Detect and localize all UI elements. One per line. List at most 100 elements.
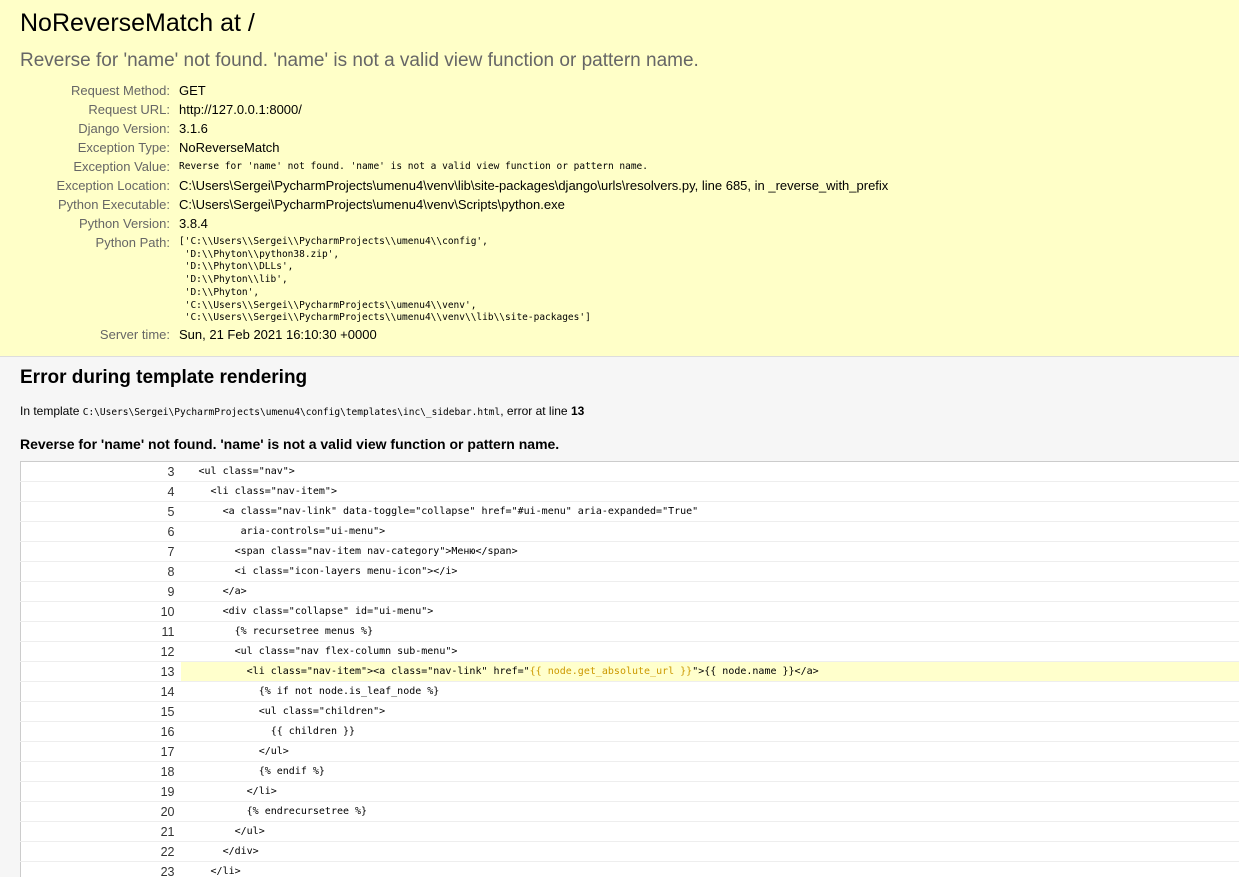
meta-value: http://127.0.0.1:8000/ [179, 102, 302, 117]
source-line: 20 {% endrecursetree %} [20, 801, 1239, 822]
meta-row-server-time: Server time: Sun, 21 Feb 2021 16:10:30 +… [20, 325, 888, 344]
line-number: 16 [20, 721, 181, 742]
line-number: 9 [20, 581, 181, 602]
source-line: 10 <div class="collapse" id="ui-menu"> [20, 601, 1239, 622]
source-line: 16 {{ children }} [20, 721, 1239, 742]
source-line: 5 <a class="nav-link" data-toggle="colla… [20, 501, 1239, 522]
line-number: 12 [20, 641, 181, 662]
line-code: {{ children }} [180, 721, 1239, 742]
error-line-number: 13 [570, 404, 585, 418]
source-line: 23 </li> [20, 861, 1239, 877]
source-line: 14 {% if not node.is_leaf_node %} [20, 681, 1239, 702]
source-line: 18 {% endif %} [20, 761, 1239, 782]
line-number: 17 [20, 741, 181, 762]
meta-label: Django Version: [78, 121, 170, 136]
line-code: </li> [180, 861, 1239, 877]
source-line: 6 aria-controls="ui-menu"> [20, 521, 1239, 542]
line-code: aria-controls="ui-menu"> [180, 521, 1239, 542]
python-path-value: ['C:\\Users\\Sergei\\PycharmProjects\\um… [179, 236, 591, 324]
template-error-section: Error during template rendering In templ… [0, 357, 1239, 877]
meta-value: Reverse for 'name' not found. 'name' is … [179, 161, 648, 172]
line-code: {% recursetree menus %} [180, 621, 1239, 642]
meta-value: NoReverseMatch [179, 140, 280, 155]
line-number: 6 [20, 521, 181, 542]
meta-label: Python Path: [95, 235, 170, 250]
line-number: 4 [20, 481, 181, 502]
line-code: <li class="nav-item"> [180, 481, 1239, 502]
meta-value: C:\Users\Sergei\PycharmProjects\umenu4\v… [179, 178, 889, 193]
source-line: 21 </ul> [20, 821, 1239, 842]
meta-value: 3.8.4 [179, 216, 208, 231]
line-code: </li> [180, 781, 1239, 802]
line-code: {% endrecursetree %} [180, 801, 1239, 822]
meta-row-python-version: Python Version: 3.8.4 [20, 214, 888, 233]
line-code: {% endif %} [180, 761, 1239, 782]
source-line: 15 <ul class="children"> [20, 701, 1239, 722]
summary-panel: NoReverseMatch at / Reverse for 'name' n… [0, 0, 1239, 357]
line-number: 13 [20, 661, 181, 682]
template-error-message: Reverse for 'name' not found. 'name' is … [20, 436, 560, 452]
line-number: 22 [20, 841, 181, 862]
meta-row-python-executable: Python Executable: C:\Users\Sergei\Pycha… [20, 195, 888, 214]
line-code: </ul> [180, 821, 1239, 842]
meta-row-python-path: Python Path: ['C:\\Users\\Sergei\\Pychar… [20, 233, 888, 325]
meta-value: C:\Users\Sergei\PycharmProjects\umenu4\v… [179, 197, 565, 212]
line-number: 5 [20, 501, 181, 522]
source-line: 4 <li class="nav-item"> [20, 481, 1239, 502]
meta-label: Exception Location: [56, 178, 170, 193]
line-number: 7 [20, 541, 181, 562]
in-template-prefix: In template [20, 404, 80, 418]
meta-label: Python Executable: [57, 197, 170, 212]
meta-row-exception-location: Exception Location: C:\Users\Sergei\Pych… [20, 176, 889, 195]
meta-row-request-method: Request Method: GET [20, 81, 888, 100]
meta-label: Exception Type: [77, 140, 170, 155]
line-number: 11 [20, 621, 181, 642]
source-line: 7 <span class="nav-item nav-category">Ме… [20, 541, 1239, 562]
source-line: 3 <ul class="nav"> [20, 461, 1239, 482]
line-code: <div class="collapse" id="ui-menu"> [180, 601, 1239, 622]
line-number: 10 [20, 601, 181, 622]
code-before: <li class="nav-item"><a class="nav-link"… [198, 666, 530, 677]
meta-label: Server time: [99, 326, 170, 342]
meta-row-django-version: Django Version: 3.1.6 [20, 119, 888, 138]
meta-value: Sun, 21 Feb 2021 16:10:30 +0000 [179, 326, 377, 342]
line-code: {% if not node.is_leaf_node %} [180, 681, 1239, 702]
template-location: In template C:\Users\Sergei\PycharmProje… [20, 404, 1219, 420]
source-line: 9 </a> [20, 581, 1239, 602]
meta-label: Exception Value: [73, 159, 170, 174]
line-code: </ul> [180, 741, 1239, 762]
line-code: <li class="nav-item"><a class="nav-link"… [180, 661, 1239, 682]
source-line: 12 <ul class="nav flex-column sub-menu"> [20, 641, 1239, 662]
source-line: 8 <i class="icon-layers menu-icon"></i> [20, 561, 1239, 582]
code-after: ">{{ node.name }}</a> [692, 666, 819, 677]
line-number: 15 [20, 701, 181, 722]
line-code: <ul class="children"> [180, 701, 1239, 722]
source-line: 11 {% recursetree menus %} [20, 621, 1239, 642]
meta-row-exception-value: Exception Value: Reverse for 'name' not … [20, 157, 888, 176]
template-source-table: 3 <ul class="nav"> 4 <li class="nav-item">… [20, 461, 1239, 877]
meta-row-request-url: Request URL: http://127.0.0.1:8000/ [20, 100, 888, 119]
line-code: <ul class="nav flex-column sub-menu"> [180, 641, 1239, 662]
line-code: <a class="nav-link" data-toggle="collaps… [180, 501, 1239, 522]
python-path-cell: ['C:\\Users\\Sergei\\PycharmProjects\\um… [179, 233, 888, 325]
line-number: 21 [20, 821, 181, 842]
source-line: 17 </ul> [20, 741, 1239, 762]
line-code: </a> [180, 581, 1239, 602]
line-code: <ul class="nav"> [180, 461, 1239, 482]
source-line-error: 13 <li class="nav-item"><a class="nav-li… [20, 661, 1239, 682]
meta-label: Python Version: [78, 216, 170, 231]
exception-subtitle: Reverse for 'name' not found. 'name' is … [20, 50, 699, 71]
line-code: <span class="nav-item nav-category">Меню… [180, 541, 1239, 562]
line-number: 3 [20, 461, 181, 482]
template-error-heading: Error during template rendering [20, 367, 308, 388]
template-source-body: 3 <ul class="nav"> 4 <li class="nav-item">… [20, 461, 1239, 877]
template-path: C:\Users\Sergei\PycharmProjects\umenu4\c… [82, 407, 501, 418]
request-meta-table: Request Method: GET Request URL: http://… [20, 81, 889, 344]
code-error-fragment: {{ node.get_absolute_url }} [529, 666, 693, 677]
line-number: 20 [20, 801, 181, 822]
page-title: NoReverseMatch at / [20, 9, 255, 37]
meta-value: GET [179, 83, 206, 98]
line-number: 23 [20, 861, 181, 877]
line-number: 14 [20, 681, 181, 702]
line-number: 19 [20, 781, 181, 802]
